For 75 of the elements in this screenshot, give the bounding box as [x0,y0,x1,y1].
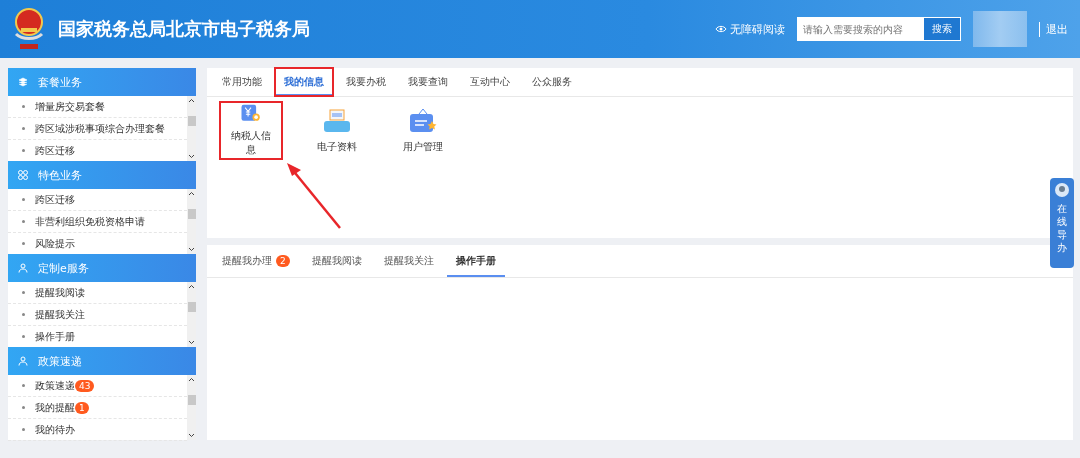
bullet-icon [22,291,25,294]
chevron-down-icon[interactable] [188,433,195,438]
tab[interactable]: 操作手册 [446,245,505,277]
bullet-icon [22,105,25,108]
menu-item-label: 提醒我关注 [35,307,85,322]
chevron-down-icon[interactable] [188,340,195,345]
menu-item-label: 增量房交易套餐 [35,99,105,114]
chevron-up-icon[interactable] [188,98,195,103]
scroll-thumb[interactable] [187,394,196,405]
menu-item-label: 操作手册 [35,329,75,344]
tab[interactable]: 公众服务 [523,68,581,96]
chevron-down-icon[interactable] [188,154,195,159]
menu-item-label: 跨区迁移 [35,143,75,158]
count-badge: 2 [276,255,290,267]
function-tile[interactable]: 纳税人信息 [221,103,281,158]
function-tile[interactable]: 用户管理 [393,103,453,158]
bullet-icon [22,428,25,431]
menu-item-label: 风险提示 [35,236,75,251]
count-badge: 1 [75,401,89,414]
grid-icon [18,170,28,180]
bullet-icon [22,198,25,201]
user-icon [18,263,28,273]
menu-item-label: 非营利组织免税资格申请 [35,214,145,229]
scrollbar[interactable] [187,282,196,347]
bullet-icon [22,127,25,130]
menu-item[interactable]: 政策速递 43 [8,375,187,397]
tab[interactable]: 提醒我阅读 [302,245,371,277]
bullet-icon [22,335,25,338]
tab[interactable]: 我要查询 [399,68,457,96]
scrollbar[interactable] [187,189,196,254]
count-badge: 43 [75,379,95,392]
bullet-icon [22,149,25,152]
tab[interactable]: 我的信息 [275,68,333,96]
tab[interactable]: 提醒我办理 2 [213,245,299,277]
menu-item-label: 我的提醒 [35,400,75,415]
bullet-icon [22,384,25,387]
scrollbar[interactable] [187,375,196,440]
chevron-up-icon[interactable] [188,377,195,382]
menu-item-label: 我的待办 [35,422,75,437]
eye-icon [715,25,727,33]
panel-title: 政策速递 [38,353,82,369]
layers-icon [18,77,28,87]
panel-title: 特色业务 [38,167,82,183]
blurred-user-name [973,11,1027,47]
menu-item-label: 提醒我阅读 [35,285,85,300]
function-tile[interactable]: 电子资料 [307,103,367,158]
scanner-icon [323,107,351,134]
scrollbar[interactable] [187,96,196,161]
chevron-up-icon[interactable] [188,284,195,289]
scroll-thumb[interactable] [187,301,196,312]
online-guide-button[interactable]: 在线导办 [1050,178,1074,268]
chevron-up-icon[interactable] [188,191,195,196]
scroll-thumb[interactable] [187,115,196,126]
panel-title: 套餐业务 [38,74,82,90]
avatar-icon [1054,182,1070,198]
tab[interactable]: 我要办税 [337,68,395,96]
tab[interactable]: 提醒我关注 [374,245,443,277]
emblem-logo [12,6,46,52]
tab[interactable]: 常用功能 [213,68,271,96]
chevron-down-icon[interactable] [188,247,195,252]
menu-item-label: 跨区域涉税事项综合办理套餐 [35,121,165,136]
menu-item-label: 政策速递 [35,378,75,393]
id-card-icon [409,107,437,134]
bullet-icon [22,313,25,316]
scroll-thumb[interactable] [187,208,196,219]
search-button[interactable]: 搜索 [924,18,960,40]
bullet-icon [22,406,25,409]
site-title: 国家税务总局北京市电子税务局 [58,17,311,41]
menu-item-label: 跨区迁移 [35,192,75,207]
tab[interactable]: 互动中心 [461,68,519,96]
panel-title: 定制e服务 [38,260,89,276]
bullet-icon [22,220,25,223]
bullet-icon [22,242,25,245]
user-icon [18,356,28,366]
search-field[interactable]: 请输入需要搜索的内容 搜索 [797,17,961,41]
